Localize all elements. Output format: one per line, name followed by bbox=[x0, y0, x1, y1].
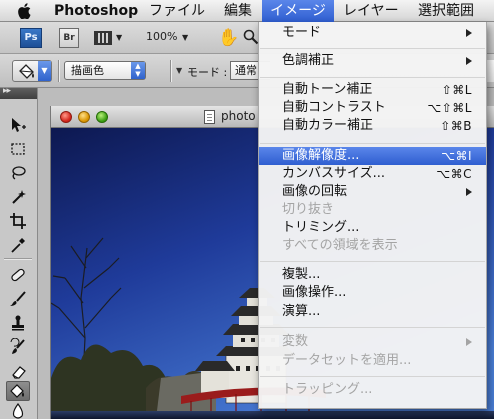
menu-item-label: カンバスサイズ... bbox=[282, 166, 386, 181]
menu-item-label: 画像の回転 bbox=[282, 184, 348, 199]
menu-item-shortcut: ⌥⌘C bbox=[436, 167, 472, 181]
crop-tool-icon[interactable] bbox=[6, 210, 30, 230]
menu-item-label: 自動コントラスト bbox=[282, 100, 386, 115]
menu-item-label: 画像解像度... bbox=[282, 148, 360, 163]
close-button[interactable] bbox=[60, 111, 72, 123]
options-field-fragment[interactable] bbox=[486, 60, 494, 82]
menu-item-auto-contrast[interactable]: 自動コントラスト ⌥⇧⌘L bbox=[259, 99, 486, 117]
menu-item-label: 画像操作... bbox=[282, 285, 347, 300]
menu-separator bbox=[260, 327, 485, 328]
tool-preset-picker[interactable]: ▼ bbox=[12, 60, 52, 82]
submenu-arrow-icon bbox=[466, 57, 472, 65]
menu-select[interactable]: 選択範囲 bbox=[418, 0, 474, 22]
menu-item-apply-data-set: データセットを適用... bbox=[259, 352, 486, 370]
image-menu-dropdown: モード 色調補正 自動トーン補正 ⇧⌘L 自動コントラスト ⌥⇧⌘L 自動カラー… bbox=[258, 22, 487, 409]
menu-item-duplicate[interactable]: 複製... bbox=[259, 266, 486, 284]
menu-item-shortcut: ⌥⇧⌘L bbox=[427, 101, 472, 115]
healing-brush-tool-icon[interactable] bbox=[6, 264, 30, 284]
screen-mode-icon[interactable] bbox=[94, 31, 112, 45]
menu-item-image-rotation[interactable]: 画像の回転 bbox=[259, 183, 486, 201]
menu-item-apply-image[interactable]: 画像操作... bbox=[259, 284, 486, 302]
screen-mode-dropdown-icon[interactable]: ▼ bbox=[116, 33, 122, 42]
blur-tool-icon[interactable] bbox=[6, 400, 30, 419]
history-brush-tool-icon[interactable] bbox=[6, 336, 30, 356]
menu-item-label: 色調補正 bbox=[282, 53, 335, 68]
menu-item-auto-color[interactable]: 自動カラー補正 ⇧⌘B bbox=[259, 117, 486, 135]
menu-separator bbox=[260, 376, 485, 377]
marquee-tool-icon[interactable] bbox=[6, 138, 30, 158]
hand-tool-icon[interactable]: ✋ bbox=[218, 28, 239, 48]
zoom-level-value[interactable]: 100% bbox=[146, 30, 177, 43]
menu-item-canvas-size[interactable]: カンバスサイズ... ⌥⌘C bbox=[259, 165, 486, 183]
menu-item-label: 複製... bbox=[282, 267, 321, 282]
menu-bar: Photoshop ファイル 編集 イメージ レイヤー 選択範囲 bbox=[0, 0, 494, 22]
brush-tool-icon[interactable] bbox=[6, 288, 30, 308]
menu-item-image-size[interactable]: 画像解像度... ⌥⌘I bbox=[259, 147, 486, 165]
clone-stamp-tool-icon[interactable] bbox=[6, 312, 30, 332]
fill-source-select[interactable]: 描画色 ▲ ▼ bbox=[64, 61, 146, 80]
submenu-arrow-icon bbox=[466, 29, 472, 37]
menu-item-label: 切り抜き bbox=[282, 202, 335, 217]
tools-panel: ▸▸ bbox=[0, 86, 38, 419]
menu-item-adjustments[interactable]: 色調補正 bbox=[259, 52, 486, 70]
app-name-menu[interactable]: Photoshop bbox=[54, 0, 138, 22]
menu-item-calculations[interactable]: 演算... bbox=[259, 303, 486, 321]
zoom-tool-icon[interactable] bbox=[243, 29, 259, 49]
eraser-tool-icon[interactable] bbox=[6, 360, 30, 380]
fill-source-stepper-icon: ▲ ▼ bbox=[131, 62, 145, 79]
document-file-icon bbox=[204, 110, 215, 124]
menu-image[interactable]: イメージ bbox=[262, 0, 334, 22]
menu-item-label: トラッピング... bbox=[282, 382, 373, 397]
paint-bucket-icon bbox=[19, 64, 34, 79]
menu-separator bbox=[260, 48, 485, 49]
menu-item-label: トリミング... bbox=[282, 220, 360, 235]
menu-separator bbox=[260, 261, 485, 262]
mode-label: モード : bbox=[187, 66, 228, 79]
menu-item-auto-tone[interactable]: 自動トーン補正 ⇧⌘L bbox=[259, 81, 486, 99]
menu-item-reveal-all: すべての領域を表示 bbox=[259, 237, 486, 255]
menu-item-label: データセットを適用... bbox=[282, 353, 412, 368]
move-tool-icon[interactable] bbox=[6, 114, 30, 134]
menu-separator bbox=[260, 143, 485, 144]
tools-panel-header[interactable]: ▸▸ bbox=[0, 86, 37, 99]
menu-item-trap: トラッピング... bbox=[259, 381, 486, 399]
tools-divider bbox=[4, 258, 32, 260]
menu-item-mode[interactable]: モード bbox=[259, 24, 486, 42]
menu-item-label: 自動トーン補正 bbox=[282, 82, 373, 97]
submenu-arrow-icon bbox=[466, 188, 472, 196]
magic-wand-tool-icon[interactable] bbox=[6, 186, 30, 206]
menu-layer[interactable]: レイヤー bbox=[343, 0, 399, 22]
minimize-button[interactable] bbox=[78, 111, 90, 123]
menu-item-crop: 切り抜き bbox=[259, 201, 486, 219]
pattern-dropdown-icon[interactable]: ▼ bbox=[176, 66, 182, 75]
menu-edit[interactable]: 編集 bbox=[224, 0, 252, 22]
preset-dropdown-icon: ▼ bbox=[38, 61, 51, 81]
menu-item-shortcut: ⇧⌘L bbox=[441, 83, 472, 97]
options-divider bbox=[58, 60, 60, 82]
menu-item-label: 自動カラー補正 bbox=[282, 118, 374, 133]
submenu-arrow-icon bbox=[466, 338, 472, 346]
menu-item-shortcut: ⇧⌘B bbox=[440, 119, 472, 133]
fill-source-value: 描画色 bbox=[71, 64, 104, 77]
options-divider bbox=[170, 60, 172, 82]
menu-file[interactable]: ファイル bbox=[149, 0, 205, 22]
lasso-tool-icon[interactable] bbox=[6, 162, 30, 182]
zoom-button[interactable] bbox=[96, 111, 108, 123]
menu-item-shortcut: ⌥⌘I bbox=[441, 149, 472, 163]
menu-item-label: 演算... bbox=[282, 304, 321, 319]
photoshop-screen: Photoshop ファイル 編集 イメージ レイヤー 選択範囲 Ps Br ▼… bbox=[0, 0, 494, 419]
paint-bucket-tool-icon[interactable] bbox=[6, 381, 30, 401]
zoom-level-dropdown-icon[interactable]: ▼ bbox=[182, 33, 188, 42]
bridge-button[interactable]: Br bbox=[59, 28, 79, 48]
document-title: photo bbox=[221, 109, 256, 123]
menu-separator bbox=[260, 77, 485, 78]
eyedropper-tool-icon[interactable] bbox=[6, 234, 30, 254]
menu-item-label: 変数 bbox=[282, 334, 309, 349]
menu-item-label: すべての領域を表示 bbox=[282, 238, 398, 253]
menu-item-variables: 変数 bbox=[259, 333, 486, 351]
photoshop-icon[interactable]: Ps bbox=[20, 28, 42, 48]
apple-logo-icon[interactable] bbox=[18, 0, 36, 22]
menu-item-label: モード bbox=[282, 25, 322, 40]
menu-item-trim[interactable]: トリミング... bbox=[259, 219, 486, 237]
